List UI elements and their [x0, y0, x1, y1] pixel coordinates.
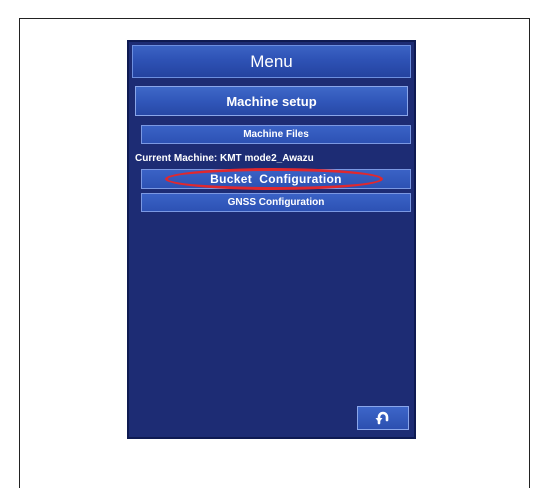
machine-files-button[interactable]: Machine Files — [141, 125, 411, 144]
back-arrow-icon — [375, 411, 389, 425]
gnss-configuration-label: GNSS Configuration — [227, 197, 325, 208]
current-machine-text: Current Machine: KMT mode2_Awazu — [135, 153, 314, 164]
menu-title-bar: Menu — [132, 45, 411, 78]
bucket-configuration-button[interactable]: Bucket Configuration — [141, 169, 411, 189]
gnss-configuration-button[interactable]: GNSS Configuration — [141, 193, 411, 212]
menu-title: Menu — [250, 51, 293, 71]
machine-files-label: Machine Files — [243, 129, 309, 140]
machine-setup-header: Machine setup — [135, 86, 408, 116]
bucket-configuration-label: Bucket Configuration — [210, 172, 342, 186]
back-button[interactable] — [357, 406, 409, 430]
device-screen: Menu Machine setup Machine Files Current… — [127, 40, 416, 439]
machine-setup-title: Machine setup — [226, 93, 317, 109]
